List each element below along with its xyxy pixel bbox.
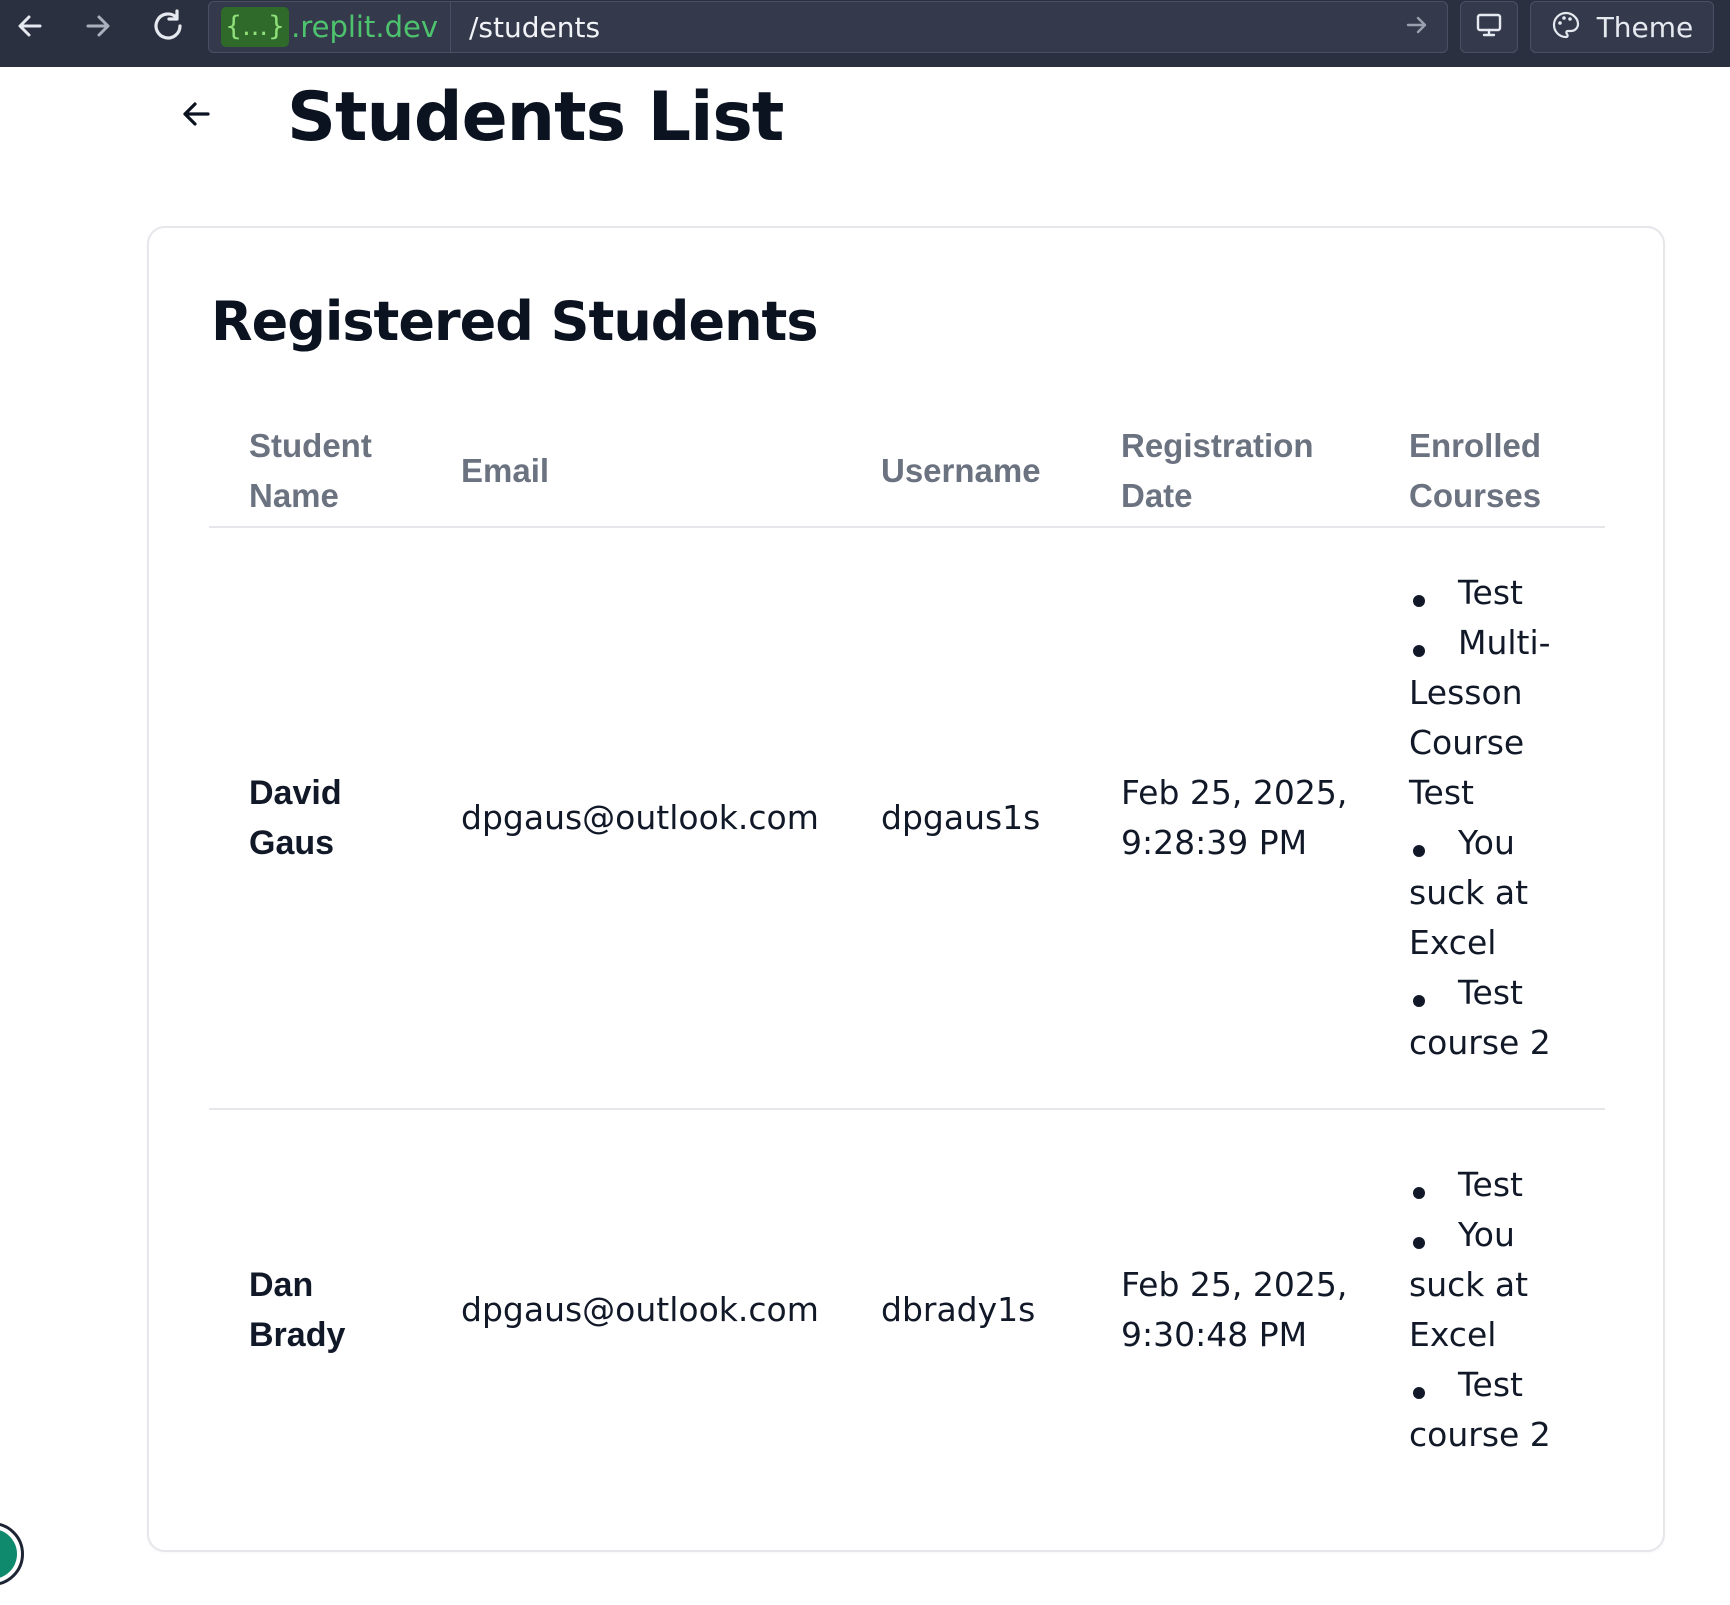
arrow-left-icon: [179, 97, 213, 135]
list-item: Test: [1413, 1165, 1523, 1204]
url-badge: {...}: [221, 7, 290, 47]
list-item: Test course 2: [1409, 973, 1551, 1062]
student-email: dpgaus@outlook.com: [461, 798, 819, 837]
course-list: Test You suck at Excel Test course 2: [1409, 1160, 1574, 1460]
list-item: Test: [1413, 573, 1523, 612]
page-title: Students List: [287, 78, 784, 157]
arrow-left-icon: [14, 10, 46, 42]
url-domain: {...} .replit.dev: [209, 2, 451, 52]
student-name: Dan Brady: [249, 1266, 346, 1354]
browser-toolbar: {...} .replit.dev /students Theme: [0, 0, 1730, 67]
registration-date: Feb 25, 2025, 9:28:39 PM: [1121, 773, 1348, 862]
assistant-logo-icon: [0, 1529, 17, 1579]
student-email: dpgaus@outlook.com: [461, 1290, 819, 1329]
column-header-username: Username: [881, 451, 1041, 489]
list-item: You suck at Excel: [1409, 823, 1529, 962]
student-username: dbrady1s: [881, 1290, 1036, 1329]
column-header-email: Email: [461, 451, 550, 489]
column-header-enrolled-courses: Enrolled Courses: [1409, 426, 1542, 514]
column-header-name: Student Name: [249, 426, 372, 514]
url-domain-text: .replit.dev: [291, 10, 438, 44]
students-card: Registered Students Student Name Email U…: [147, 226, 1665, 1552]
go-button[interactable]: [1387, 12, 1447, 42]
column-header-registration-date: Registration Date: [1121, 426, 1314, 514]
back-button[interactable]: [0, 0, 60, 52]
arrow-right-icon: [1404, 12, 1430, 42]
list-item: You suck at Excel: [1409, 1215, 1529, 1354]
table-row: Dan Brady dpgaus@outlook.com dbrady1s Fe…: [209, 1110, 1605, 1510]
monitor-icon: [1474, 10, 1504, 44]
arrow-right-icon: [82, 10, 114, 42]
devtools-button[interactable]: [1460, 1, 1518, 53]
course-list: Test Multi-Lesson Course Test You suck a…: [1409, 568, 1574, 1068]
reload-icon: [149, 7, 187, 45]
forward-button[interactable]: [68, 0, 128, 52]
table-row: David Gaus dpgaus@outlook.com dpgaus1s F…: [209, 528, 1605, 1110]
palette-icon: [1551, 10, 1581, 44]
address-bar[interactable]: {...} .replit.dev /students: [208, 1, 1448, 53]
enrolled-courses: Test Multi-Lesson Course Test You suck a…: [1409, 528, 1589, 1108]
url-path[interactable]: /students: [451, 11, 1387, 44]
enrolled-courses: Test You suck at Excel Test course 2: [1409, 1110, 1589, 1510]
floating-assistant-button[interactable]: [0, 1522, 24, 1586]
reload-button[interactable]: [138, 0, 198, 52]
theme-label: Theme: [1596, 10, 1694, 44]
table-header: Student Name Email Username Registration…: [209, 413, 1605, 528]
theme-button[interactable]: Theme: [1530, 1, 1714, 53]
students-table: Student Name Email Username Registration…: [209, 413, 1605, 1510]
page-back-button[interactable]: [172, 92, 220, 140]
student-username: dpgaus1s: [881, 798, 1041, 837]
list-item: Test course 2: [1409, 1365, 1551, 1454]
student-name: David Gaus: [249, 774, 342, 862]
registration-date: Feb 25, 2025, 9:30:48 PM: [1121, 1265, 1348, 1354]
card-title: Registered Students: [211, 290, 818, 353]
list-item: Multi-Lesson Course Test: [1409, 623, 1551, 812]
